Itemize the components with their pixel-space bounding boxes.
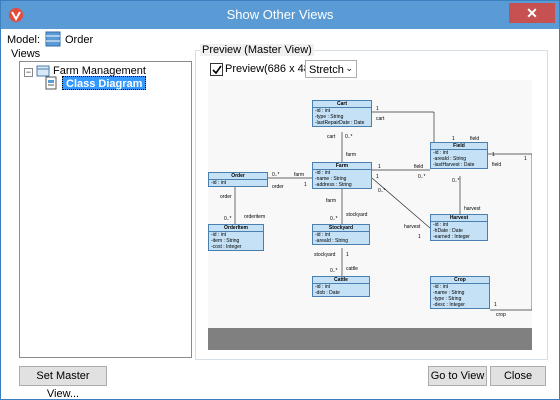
chevron-down-icon: ⌄	[345, 63, 353, 73]
uml-attribute: -id : int	[211, 180, 227, 186]
preview-checkbox[interactable]	[210, 63, 223, 76]
assoc-label: field	[492, 162, 502, 168]
uml-attribute: -areaId : String	[315, 238, 349, 244]
uml-class-orderitem[interactable]: OrderItem -id : int -item : String -cost…	[208, 224, 264, 251]
uml-attribute: -desc : Integer	[433, 302, 465, 308]
assoc-label: 1	[304, 182, 307, 188]
assoc-label: 1	[378, 164, 381, 170]
assoc-label: 1	[376, 174, 379, 180]
uml-class-name: Stockyard	[313, 225, 369, 232]
assoc-label: 1	[494, 302, 497, 308]
assoc-label: orderitem	[244, 214, 266, 220]
class-diagram-icon	[45, 76, 57, 90]
assoc-label: 1	[492, 152, 495, 158]
assoc-label: 0..*	[330, 216, 338, 222]
preview-checkbox-label[interactable]: Preview	[225, 63, 264, 75]
window-title: Show Other Views	[226, 7, 334, 22]
assoc-label: cattle	[346, 266, 358, 272]
views-label: Views	[11, 48, 41, 60]
uml-class-name: OrderItem	[209, 225, 263, 232]
assoc-label: 0..*	[452, 178, 460, 184]
uml-class-crop[interactable]: Crop -id : int -name : String -type : St…	[430, 276, 490, 309]
uml-class-harvest[interactable]: Harvest -id : int -hDate : Date -earned …	[430, 214, 488, 241]
assoc-label: order	[272, 184, 284, 190]
assoc-label: 1	[452, 136, 455, 142]
assoc-label: 1	[346, 252, 349, 258]
assoc-label: stockyard	[314, 252, 336, 258]
assoc-label: 0..*	[345, 134, 353, 140]
uml-class-name: Order	[209, 173, 267, 180]
tree-item-class-diagram[interactable]: Class Diagram	[20, 76, 190, 90]
assoc-label: cart	[327, 134, 336, 140]
assoc-label: crop	[496, 312, 506, 318]
views-tree[interactable]: − Farm Management Class Diagram	[19, 61, 192, 358]
assoc-label: cart	[376, 116, 385, 122]
uml-class-stockyard[interactable]: Stockyard -id : int -areaId : String	[312, 224, 370, 245]
uml-class-name: Cart	[313, 101, 371, 108]
uml-attribute: -lastRepairDate : Date	[315, 120, 365, 126]
assoc-label: field	[414, 164, 424, 170]
class-model-icon	[45, 31, 61, 47]
assoc-label: farm	[294, 172, 304, 178]
assoc-label: 0..*	[224, 216, 232, 222]
dialog-window: Show Other Views ✕ Model: Order Views − …	[0, 0, 560, 400]
assoc-label: stockyard	[346, 212, 368, 218]
set-master-view-button[interactable]: Set Master View...	[19, 366, 107, 400]
assoc-label: 1	[376, 106, 379, 112]
close-button[interactable]: Close	[490, 366, 546, 386]
assoc-label: harvest	[464, 206, 481, 212]
assoc-label: farm	[346, 152, 356, 158]
uml-class-order[interactable]: Order -id : int	[208, 172, 268, 187]
preview-toolbar: Preview (686 x 486) Stretch ⌄	[208, 60, 368, 78]
uml-attribute: -earned : Integer	[433, 234, 470, 240]
uml-attribute: -dob : Date	[315, 290, 340, 296]
preview-canvas[interactable]: Cart -id : int -type : String -lastRepai…	[208, 80, 532, 350]
uml-class-cart[interactable]: Cart -id : int -type : String -lastRepai…	[312, 100, 372, 127]
uml-class-name: Harvest	[431, 215, 487, 222]
preview-mode-value: Stretch	[309, 64, 344, 76]
assoc-label: 1	[524, 156, 527, 162]
checkmark-icon	[212, 65, 222, 75]
uml-class-cattle[interactable]: Cattle -id : int -dob : Date	[312, 276, 370, 297]
assoc-label: 0..*	[418, 174, 426, 180]
uml-class-name: Field	[431, 143, 487, 150]
assoc-label: farm	[326, 198, 336, 204]
uml-class-name: Farm	[313, 163, 371, 170]
uml-attribute: -lastHarvest : Date	[433, 162, 475, 168]
assoc-label: 0..*	[330, 268, 338, 274]
assoc-label: 0..*	[378, 188, 386, 194]
assoc-label: 0..*	[272, 172, 280, 178]
title-bar[interactable]: Show Other Views ✕	[1, 1, 559, 29]
preview-mode-select[interactable]: Stretch ⌄	[305, 60, 357, 78]
window-close-button[interactable]: ✕	[509, 3, 555, 23]
assoc-label: field	[470, 136, 480, 142]
uml-attribute: -cost : Integer	[211, 244, 242, 250]
uml-class-farm[interactable]: Farm -id : int -name : String -address :…	[312, 162, 372, 189]
uml-class-field[interactable]: Field -id : int -areaId : String -lastHa…	[430, 142, 488, 169]
uml-class-name: Cattle	[313, 277, 369, 284]
uml-attribute: -address : String	[315, 182, 352, 188]
model-label: Model:	[7, 34, 41, 46]
tree-item-label: Class Diagram	[62, 76, 147, 90]
preview-group-label: Preview (Master View)	[200, 44, 314, 56]
assoc-label: order	[220, 194, 232, 200]
assoc-label: 1	[418, 234, 421, 240]
model-name: Order	[65, 34, 94, 46]
assoc-label: harvest	[404, 224, 421, 230]
uml-class-name: Crop	[431, 277, 489, 284]
go-to-view-button[interactable]: Go to View	[428, 366, 487, 386]
